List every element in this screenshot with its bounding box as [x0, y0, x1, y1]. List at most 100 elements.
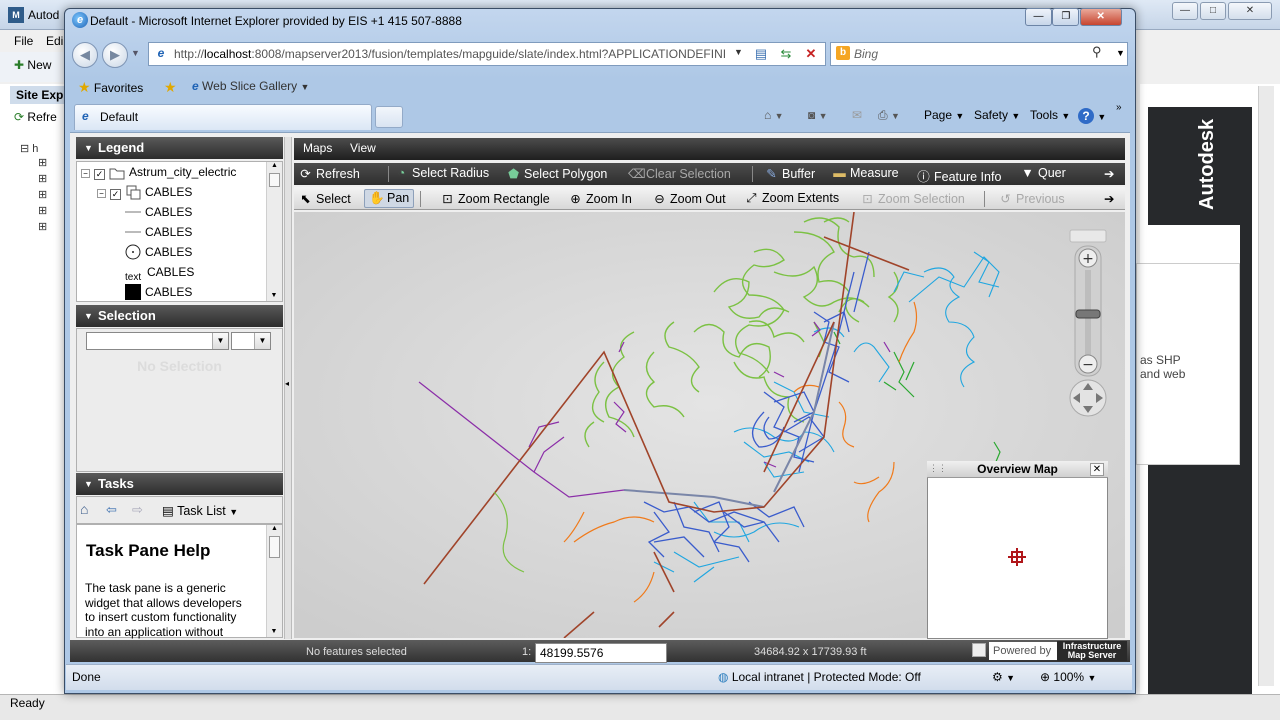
- legend-panel: − ✓ Astrum_city_electric − ✓ CABLES CABLES C…: [76, 161, 283, 302]
- favorites-button[interactable]: ★ Favorites: [78, 79, 143, 96]
- legend-label: CABLES: [145, 285, 193, 299]
- bg-menu-edit[interactable]: Edi: [46, 34, 63, 48]
- search-icon[interactable]: ⚲: [1092, 44, 1102, 60]
- collapse-icon[interactable]: −: [97, 189, 106, 198]
- legend-header[interactable]: Legend: [76, 137, 283, 159]
- tree-root[interactable]: ⊟ h: [20, 142, 47, 155]
- refresh-button[interactable]: ⟳ Refresh: [298, 166, 360, 181]
- zoom-in-button[interactable]: ⊕ Zoom In: [568, 191, 632, 206]
- selection-header[interactable]: Selection: [76, 305, 283, 327]
- overview-close-button[interactable]: ✕: [1090, 463, 1104, 476]
- overview-map-header[interactable]: Overview Map: [927, 461, 1108, 478]
- task-back-icon[interactable]: ⇦: [106, 502, 117, 518]
- chevron-down-icon: ▼: [300, 82, 310, 92]
- legend-group-row[interactable]: − ✓ Astrum_city_electric: [77, 162, 282, 182]
- tasks-header[interactable]: Tasks: [76, 473, 283, 495]
- safety-menu[interactable]: Safety ▼: [974, 108, 1020, 122]
- legend-checkbox[interactable]: ✓: [94, 169, 105, 180]
- status-done-text: Done: [72, 670, 101, 684]
- ie-minimize-button[interactable]: —: [1025, 8, 1052, 26]
- app-logo-icon: M: [8, 7, 24, 23]
- new-tab-button[interactable]: [375, 106, 403, 128]
- ie-maximize-button[interactable]: ❐: [1052, 8, 1080, 26]
- globe-icon: ◍: [718, 670, 729, 684]
- task-list-button[interactable]: ▤ Task List ▼: [162, 503, 238, 518]
- scale-input[interactable]: 48199.5576: [535, 643, 667, 663]
- mail-button[interactable]: ✉: [852, 108, 862, 122]
- bg-minimize-button[interactable]: —: [1172, 2, 1198, 20]
- feature-info-button[interactable]: ⓘ Feature Info: [916, 166, 1001, 185]
- clear-selection-button[interactable]: ⌫Clear Selection: [628, 166, 731, 181]
- menu-maps[interactable]: Maps: [303, 141, 332, 155]
- panel-splitter[interactable]: ◂: [284, 137, 292, 639]
- compatibility-view-icon[interactable]: ▤: [752, 45, 770, 63]
- address-url[interactable]: http://localhost:8008/mapserver2013/fusi…: [174, 47, 726, 61]
- search-dropdown-icon[interactable]: ▼: [1116, 48, 1125, 58]
- selection-feature-select[interactable]: ▼: [231, 332, 271, 350]
- bg-maximize-button[interactable]: □: [1200, 2, 1226, 20]
- legend-label: CABLES: [145, 205, 193, 219]
- buffer-button[interactable]: ✎ Buffer: [764, 166, 815, 181]
- toolbar-overflow-icon[interactable]: ➔: [1104, 191, 1114, 206]
- page-menu[interactable]: Page ▼: [924, 108, 964, 122]
- search-input[interactable]: Bing: [854, 47, 878, 61]
- collapse-icon[interactable]: −: [81, 169, 90, 178]
- recent-pages-dropdown[interactable]: ▼: [131, 48, 140, 58]
- back-arrow-icon: ◀: [80, 47, 90, 62]
- menu-view[interactable]: View: [350, 141, 376, 155]
- address-dropdown-icon[interactable]: ▼: [734, 47, 743, 57]
- zoom-slider-thumb: [1075, 309, 1101, 319]
- legend-scrollbar[interactable]: ▲ ▼: [266, 162, 282, 301]
- bg-scrollbar[interactable]: [1258, 86, 1274, 686]
- select-button[interactable]: ⬉ Select: [298, 191, 351, 206]
- help-menu[interactable]: ? ▼: [1078, 108, 1106, 124]
- task-home-icon[interactable]: ⌂: [80, 501, 88, 517]
- select-polygon-button[interactable]: ⬟ Select Polygon: [506, 166, 607, 181]
- stop-icon[interactable]: ✕: [802, 45, 820, 63]
- task-scrollbar[interactable]: ▲ ▼: [266, 525, 282, 637]
- measure-button[interactable]: ▬ Measure: [832, 166, 898, 180]
- select-radius-button[interactable]: ◔ Select Radius: [394, 166, 489, 180]
- feeds-button[interactable]: ◙ ▼: [808, 108, 828, 122]
- query-button[interactable]: ▼ Quer: [1020, 166, 1065, 180]
- zoom-selection-button[interactable]: ⊡ Zoom Selection: [860, 191, 965, 206]
- zoom-slider-control[interactable]: + −: [1068, 228, 1108, 420]
- popup-blocker-button[interactable]: ⚙ ▼: [992, 670, 1015, 684]
- legend-layer-row[interactable]: − ✓ CABLES: [77, 182, 282, 202]
- bg-close-button[interactable]: ✕: [1228, 2, 1272, 20]
- task-forward-icon[interactable]: ⇨: [132, 502, 143, 518]
- toolbar-overflow-icon[interactable]: ➔: [1104, 166, 1114, 181]
- overview-grip-icon[interactable]: ⋮⋮: [929, 463, 947, 474]
- back-button[interactable]: ◀: [72, 42, 98, 68]
- bg-new-button[interactable]: ✚ New: [14, 58, 51, 72]
- svg-text:+: +: [1082, 251, 1094, 267]
- web-slice-gallery-link[interactable]: e Web Slice Gallery ▼: [192, 79, 309, 93]
- previous-view-button[interactable]: ↺ Previous: [998, 191, 1064, 206]
- forward-arrow-icon: ▶: [110, 47, 120, 62]
- selection-layer-select[interactable]: ▼: [86, 332, 229, 350]
- bg-new-label: New: [27, 58, 52, 72]
- refresh-page-icon[interactable]: ⇆: [777, 45, 795, 63]
- ie-close-button[interactable]: ✕: [1079, 8, 1122, 26]
- legend-style-row: CABLES: [77, 242, 282, 262]
- home-button[interactable]: ⌂ ▼: [764, 108, 784, 122]
- more-commands-icon[interactable]: »: [1116, 102, 1122, 113]
- zoom-level-button[interactable]: ⊕ 100% ▼: [1040, 670, 1096, 684]
- zoom-extents-button[interactable]: ⤢ Zoom Extents: [744, 191, 839, 206]
- line-symbol-icon: [125, 224, 141, 240]
- bg-tree[interactable]: ⊟ h ⊞ ⊞ ⊞ ⊞ ⊞: [20, 142, 47, 235]
- legend-checkbox[interactable]: ✓: [110, 189, 121, 200]
- overview-extent-marker[interactable]: [1008, 548, 1026, 566]
- web-slice-icon: e: [192, 79, 199, 93]
- zoom-out-button[interactable]: ⊖ Zoom Out: [652, 191, 725, 206]
- zoom-icon: ⊕: [1040, 670, 1051, 684]
- bg-refresh-button[interactable]: ⟳ Refre: [14, 110, 57, 124]
- zoom-rectangle-button[interactable]: ⊡ Zoom Rectangle: [440, 191, 549, 206]
- pan-button[interactable]: ✋ Pan: [364, 189, 415, 208]
- security-zone[interactable]: ◍ Local intranet | Protected Mode: Off: [718, 670, 921, 684]
- bg-menu-file[interactable]: File: [14, 34, 33, 48]
- forward-button[interactable]: ▶: [102, 42, 128, 68]
- print-button[interactable]: ⎙ ▼: [878, 108, 900, 123]
- add-favorite-button[interactable]: ★: [164, 79, 177, 96]
- tools-menu[interactable]: Tools ▼: [1030, 108, 1070, 122]
